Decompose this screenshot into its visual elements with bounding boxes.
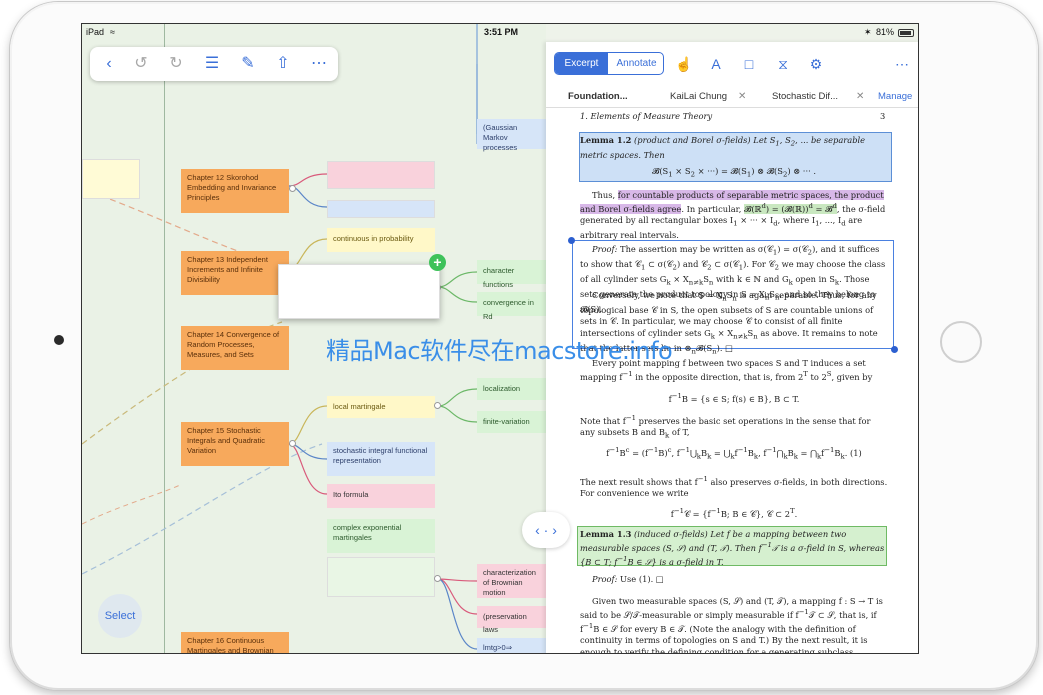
excerpt-tab[interactable]: Excerpt — [555, 53, 608, 74]
paragraph: The next result shows that f−1 also pres… — [580, 475, 888, 499]
node-lmtg[interactable]: lmtg>0⇒ exp.lmtg — [477, 638, 546, 653]
status-bar: iPad ≈ 3:51 PM ✶ 81% — [82, 24, 918, 42]
text-underline-icon[interactable]: A — [706, 54, 726, 74]
document-tabs: Foundation... KaiLai Chung ✕ Stochastic … — [546, 86, 918, 108]
node-complex-exp[interactable]: complex exponential martingales — [327, 519, 435, 553]
watermark-text: 精品Mac软件尽在macstore.info — [326, 337, 673, 365]
tab-kailai[interactable]: KaiLai Chung — [670, 86, 727, 108]
chapter-12-node[interactable]: Chapter 12 Skorohod Embedding and Invari… — [181, 169, 289, 213]
equation: f−1Bc = (f−1B)c, f−1⋃kBk = ⋃kf−1Bk, f−1⋂… — [606, 446, 862, 461]
node-ito[interactable]: Ito formula — [327, 484, 435, 508]
annotate-tab[interactable]: Annotate — [609, 53, 663, 74]
equation: f−1B = {s ∈ S; f(s) ∈ B}, B ⊂ T. — [668, 392, 800, 404]
chapter-14-node[interactable]: Chapter 14 Convergence of Random Process… — [181, 326, 289, 370]
equation: 𝓑(S1 × S2 × ···) = 𝓑(S1) ⊗ 𝓑(S2) ⊗ ··· . — [652, 166, 816, 179]
home-button[interactable] — [940, 321, 982, 363]
node-finite-var[interactable]: finite-variation — [477, 411, 546, 433]
wifi-icon: ≈ — [110, 27, 115, 37]
node-stoch-int[interactable]: stochastic integral functional represent… — [327, 442, 435, 476]
edit-icon[interactable]: ✎ — [237, 53, 259, 75]
node-char-bm[interactable]: characterization of Brownian motion — [477, 564, 546, 598]
selection-handle[interactable] — [891, 346, 898, 353]
lemma-text: Lemma 1.3 (induced σ-fields) Let f be a … — [580, 529, 885, 568]
equation: f−1𝒞 = {f−1B; B ∈ 𝒞}, 𝒞 ⊂ 2T. — [670, 507, 798, 519]
chapter-16-node[interactable]: Chapter 16 Continuous Martingales and Br… — [181, 632, 289, 653]
node-preservation[interactable]: (preservation laws — [477, 606, 546, 634]
add-icon[interactable]: + — [429, 254, 446, 271]
clock: 3:51 PM — [484, 27, 519, 37]
collapse-toggle[interactable] — [434, 575, 441, 582]
node-convrd[interactable]: convergence in Rd — [477, 292, 546, 321]
more-icon[interactable]: ⋯ — [892, 54, 912, 74]
screen: iPad ≈ 3:51 PM ✶ 81% (Gaussian Markov pr… — [81, 23, 919, 654]
list-icon[interactable]: ☰ — [201, 53, 223, 75]
mode-segmented-control: Excerpt Annotate — [554, 52, 664, 75]
hand-pointer-icon[interactable]: ☝ — [674, 54, 694, 74]
camera — [54, 335, 64, 345]
share-icon[interactable]: ⇧ — [272, 53, 294, 75]
selection-handle[interactable] — [568, 237, 575, 244]
split-view-handle[interactable]: ‹ · › — [522, 512, 570, 548]
page-header: 1. Elements of Measure Theory — [580, 111, 713, 121]
more-icon[interactable]: ⋯ — [308, 53, 330, 75]
excerpt-thumb[interactable] — [327, 200, 435, 218]
paragraph: Note that f−1 preserves the basic set op… — [580, 414, 871, 440]
paragraph: Thus, for countable products of separabl… — [580, 190, 886, 241]
mindmap-toolbar: ‹ ↺ ↻ ☰ ✎ ⇧ ⋯ — [90, 47, 338, 81]
dragged-excerpt[interactable] — [278, 264, 440, 319]
node-localization[interactable]: localization — [477, 378, 546, 400]
collapse-toggle[interactable] — [289, 185, 296, 192]
collapse-toggle[interactable] — [434, 402, 441, 409]
bluetooth-icon: ✶ — [864, 27, 872, 37]
paragraph: Given two measurable spaces (S, 𝒮) and (… — [580, 596, 883, 654]
excerpt-thumb[interactable] — [82, 159, 140, 199]
tab-stochastic[interactable]: Stochastic Dif... — [772, 86, 838, 108]
manage-link[interactable]: Manage — [878, 86, 912, 108]
back-icon[interactable]: ‹ — [98, 53, 120, 75]
rectangle-select-icon[interactable]: □ — [739, 54, 759, 74]
select-button[interactable]: Select — [98, 594, 142, 638]
paragraph: Proof: Use (1). □ — [592, 574, 664, 584]
node-charfun[interactable]: character functions — [477, 260, 546, 289]
pdf-page[interactable]: 1. Elements of Measure Theory 3 Lemma 1.… — [546, 108, 918, 654]
close-icon[interactable]: ✕ — [738, 86, 746, 108]
lemma-text: Lemma 1.2 (product and Borel σ-fields) L… — [580, 135, 866, 160]
settings-icon[interactable]: ⚙ — [806, 54, 826, 74]
undo-icon[interactable]: ↺ — [130, 53, 152, 75]
chapter-15-node[interactable]: Chapter 15 Stochastic Integrals and Quad… — [181, 422, 289, 466]
redo-icon[interactable]: ↻ — [165, 53, 187, 75]
chapter-13-node[interactable]: Chapter 13 Independent Increments and In… — [181, 251, 289, 295]
close-icon[interactable]: ✕ — [856, 86, 864, 108]
freehand-icon[interactable]: ⧖ — [773, 54, 793, 74]
node-gaussian[interactable]: (Gaussian Markov processes — [477, 119, 546, 152]
excerpt-thumb[interactable] — [327, 557, 435, 597]
page-number: 3 — [880, 111, 886, 121]
node-continuous[interactable]: continuous in probability — [327, 228, 435, 252]
excerpt-thumb[interactable] — [327, 161, 435, 189]
battery-icon — [898, 29, 914, 37]
collapse-toggle[interactable] — [289, 440, 296, 447]
device-name: iPad — [86, 27, 105, 37]
battery-percent: 81% — [876, 27, 895, 37]
node-local-mart[interactable]: local martingale — [327, 396, 435, 418]
tab-foundation[interactable]: Foundation... — [568, 86, 628, 108]
